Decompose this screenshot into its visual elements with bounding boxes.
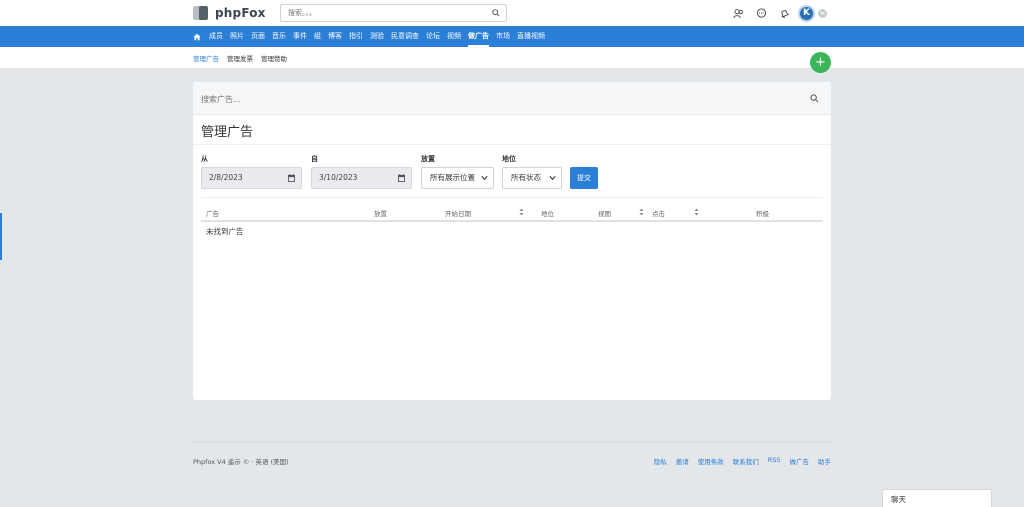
search-icon[interactable]	[810, 94, 819, 103]
nav-item-events[interactable]: 事件	[293, 26, 307, 47]
col-header-placement[interactable]: 放置	[374, 208, 387, 218]
footer-link-invite[interactable]: 邀请	[676, 456, 689, 466]
nav-item-forum[interactable]: 论坛	[426, 26, 440, 47]
nav-item-videos[interactable]: 视频	[447, 26, 461, 47]
sort-icon[interactable]	[694, 208, 699, 216]
footer-link-contact[interactable]: 联系我们	[733, 456, 759, 466]
subnav-manage-invoices[interactable]: 管理发票	[227, 53, 253, 63]
friend-requests-icon[interactable]	[732, 7, 744, 19]
chat-panel[interactable]: 聊天	[882, 489, 992, 507]
sort-icon[interactable]	[639, 208, 644, 216]
nav-item-polls[interactable]: 民意调查	[391, 26, 419, 47]
nav-item-photos[interactable]: 照片	[230, 26, 244, 47]
ads-search-bar	[193, 82, 831, 115]
placement-label: 放置	[421, 155, 435, 163]
divider	[193, 144, 831, 145]
global-search-input[interactable]	[281, 5, 481, 21]
calendar-icon[interactable]	[398, 174, 405, 182]
footer-divider	[193, 442, 831, 443]
nav-item-music[interactable]: 音乐	[272, 26, 286, 47]
sort-icon[interactable]	[519, 208, 524, 216]
from-date-value: 2/8/2023	[209, 173, 243, 182]
status-select[interactable]: 所有状态	[502, 167, 562, 189]
footer-link-terms[interactable]: 使用条款	[698, 456, 724, 466]
avatar[interactable]: K	[798, 4, 815, 22]
footer-link-advertise[interactable]: 做广告	[790, 456, 810, 466]
subnav-manage-ads[interactable]: 管理广告	[193, 53, 219, 63]
manage-ads-card: 管理广告 从 自 放置 地位 2/8/2023 3/10/2023 所有展示位置…	[193, 82, 831, 400]
page-title: 管理广告	[201, 125, 254, 140]
nav-item-pages[interactable]: 页面	[251, 26, 265, 47]
logo-text: phpFox	[215, 6, 266, 20]
add-button[interactable]: +	[810, 52, 831, 73]
nav-item-marketplace[interactable]: 市场	[496, 26, 510, 47]
search-icon[interactable]	[492, 9, 500, 17]
from-label: 从	[201, 155, 208, 163]
to-date-value: 3/10/2023	[319, 173, 358, 182]
nav-item-guides[interactable]: 指引	[349, 26, 363, 47]
submit-button[interactable]: 提交	[570, 167, 598, 189]
calendar-icon[interactable]	[288, 174, 295, 182]
chevron-down-icon	[481, 175, 488, 181]
messages-icon[interactable]	[755, 7, 767, 19]
table-header-divider	[201, 220, 823, 222]
sub-nav: 管理广告 管理发票 管理赞助	[0, 47, 1024, 69]
footer-link-privacy[interactable]: 隐私	[654, 456, 667, 466]
footer-link-rss[interactable]: RSS	[768, 456, 781, 466]
placement-select[interactable]: 所有展示位置	[421, 167, 494, 189]
logo[interactable]: phpFox	[193, 4, 266, 22]
nav-item-blogs[interactable]: 博客	[328, 26, 342, 47]
col-header-ad[interactable]: 广告	[206, 208, 219, 218]
col-header-views[interactable]: 视图	[598, 208, 611, 218]
status-label: 地位	[502, 155, 516, 163]
to-date-field[interactable]: 3/10/2023	[311, 167, 412, 189]
phpfox-logo-icon	[193, 5, 211, 21]
nav-item-quizzes[interactable]: 测验	[370, 26, 384, 47]
footer-links: 隐私 邀请 使用条款 联系我们 RSS 做广告 助手	[645, 456, 831, 466]
home-icon[interactable]	[193, 33, 201, 41]
ads-search-input[interactable]	[201, 92, 761, 106]
notifications-icon[interactable]	[778, 7, 790, 19]
status-select-value: 所有状态	[511, 173, 541, 182]
footer-copyright: Phpfox V4 遥示 © · 英语 (美国)	[193, 458, 289, 466]
main-nav: 成员 照片 页面 音乐 事件 组 博客 指引 测验 民意调查 论坛 视频 做广告…	[0, 26, 1024, 47]
subnav-manage-sponsorships[interactable]: 管理赞助	[261, 53, 287, 63]
divider	[201, 197, 823, 198]
to-label: 自	[311, 155, 318, 163]
side-indicator	[0, 213, 2, 260]
chevron-down-icon[interactable]	[818, 8, 827, 18]
top-header: phpFox K	[0, 0, 1024, 26]
footer-link-help[interactable]: 助手	[818, 456, 831, 466]
col-header-clicks[interactable]: 点击	[652, 208, 665, 218]
placement-select-value: 所有展示位置	[430, 173, 475, 182]
col-header-start-date[interactable]: 开始日期	[445, 208, 471, 218]
nav-item-live-video[interactable]: 直播视频	[517, 26, 545, 47]
chevron-down-icon	[549, 175, 556, 181]
from-date-field[interactable]: 2/8/2023	[201, 167, 302, 189]
nav-item-members[interactable]: 成员	[209, 26, 223, 47]
global-search	[280, 4, 507, 22]
empty-state-text: 未找到广告	[206, 227, 244, 236]
col-header-active[interactable]: 积极	[756, 208, 769, 218]
nav-item-groups[interactable]: 组	[314, 26, 321, 47]
col-header-status[interactable]: 地位	[541, 208, 554, 218]
nav-item-advertise[interactable]: 做广告	[468, 26, 489, 47]
header-actions: K	[732, 4, 827, 22]
